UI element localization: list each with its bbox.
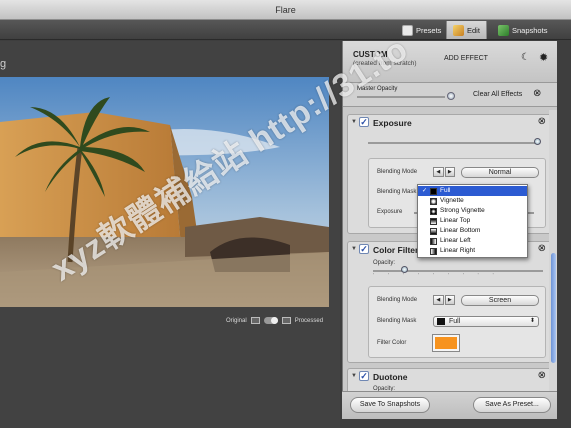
mask-menu-item-label: Full xyxy=(440,187,451,194)
snapshots-tab[interactable]: Snapshots xyxy=(492,21,553,39)
mask-menu-item-full[interactable]: ✓ Full xyxy=(418,186,527,196)
snapshots-icon xyxy=(498,24,509,36)
original-view-icon[interactable] xyxy=(250,317,260,324)
opacity-label: Opacity: xyxy=(373,260,396,266)
filter-color-label: Filter Color xyxy=(377,340,407,346)
toolbar: Presets Edit Snapshots xyxy=(0,20,571,40)
mask-menu-item-label: Linear Top xyxy=(440,217,471,224)
mask-menu-item-linear-right[interactable]: Linear Right xyxy=(418,246,527,256)
blending-mode-steppers[interactable]: ◀ ▶ xyxy=(433,295,455,305)
panel-scroll-thumb[interactable] xyxy=(551,253,556,363)
processed-label: Processed xyxy=(294,317,324,324)
disclosure-triangle-icon[interactable]: ▼ xyxy=(351,373,357,379)
save-as-preset-button[interactable]: Save As Preset... xyxy=(473,397,551,413)
blending-mode-steppers[interactable]: ◀ ▶ xyxy=(433,167,455,177)
add-dark-effect-icon[interactable]: ☾ xyxy=(521,52,530,63)
edit-tab[interactable]: Edit xyxy=(446,21,487,39)
mask-menu-item-linear-bottom[interactable]: Linear Bottom xyxy=(418,226,527,236)
mask-strong-vignette-icon xyxy=(430,208,437,215)
mask-menu-item-label: Linear Bottom xyxy=(440,227,481,234)
mask-full-icon xyxy=(430,188,437,195)
remove-effect-icon[interactable]: ⊗ xyxy=(538,370,546,381)
panel-footer: Save To Snapshots Save As Preset... xyxy=(342,391,557,419)
checkmark-icon: ✓ xyxy=(422,188,428,194)
mask-menu-item-label: Linear Left xyxy=(440,237,471,244)
effect-exposure-title: Exposure xyxy=(373,118,412,128)
prev-arrow-icon[interactable]: ◀ xyxy=(433,295,444,305)
color-filter-options: Blending Mode ◀ ▶ Screen Blending Mask Fu… xyxy=(368,286,546,358)
mask-linear-right-icon xyxy=(430,248,437,255)
presets-label: Presets xyxy=(416,25,442,35)
effect-exposure-header: ▼ ✓ Exposure ⊗ xyxy=(348,115,551,131)
mask-menu-item-strong-vignette[interactable]: Strong Vignette xyxy=(418,206,527,216)
mask-vignette-icon xyxy=(430,198,437,205)
mask-menu-item-label: Strong Vignette xyxy=(440,207,485,214)
mask-menu-item-linear-left[interactable]: Linear Left xyxy=(418,236,527,246)
mask-menu-item-vignette[interactable]: Vignette xyxy=(418,196,527,206)
mask-linear-top-icon xyxy=(430,218,437,225)
original-label: Original xyxy=(226,317,247,324)
blending-mask-menu: ✓ Full Vignette Strong Vignette Linear T… xyxy=(417,184,528,258)
effect-duotone-checkbox[interactable]: ✓ xyxy=(359,371,369,381)
exposure-label: Exposure xyxy=(377,209,403,215)
blending-mask-select[interactable]: Full ⬍ xyxy=(433,316,539,327)
color-filter-opacity-track[interactable] xyxy=(373,270,543,272)
effect-color-filter-title: Color Filter xyxy=(373,245,419,255)
next-arrow-icon[interactable]: ▶ xyxy=(444,295,455,305)
add-effect-label: ADD EFFECT xyxy=(444,55,488,62)
mask-menu-item-label: Linear Right xyxy=(440,247,476,254)
processed-view-icon[interactable] xyxy=(281,317,291,324)
master-opacity-track[interactable] xyxy=(357,96,445,98)
mask-menu-item-label: Vignette xyxy=(440,197,464,204)
exposure-opacity-knob[interactable] xyxy=(534,138,541,145)
prev-arrow-icon[interactable]: ◀ xyxy=(433,167,444,177)
filter-color-well[interactable] xyxy=(432,334,460,352)
presets-tab[interactable]: Presets xyxy=(396,21,447,39)
color-filter-opacity-knob[interactable] xyxy=(401,266,408,273)
add-light-effect-icon[interactable]: ✹ xyxy=(539,51,548,64)
blending-mode-label: Blending Mode xyxy=(377,169,418,175)
master-opacity-knob[interactable] xyxy=(447,92,455,100)
remove-effect-icon[interactable]: ⊗ xyxy=(538,243,546,254)
select-arrows-icon: ⬍ xyxy=(529,318,535,324)
snapshots-label: Snapshots xyxy=(512,25,548,35)
window-title: Flare xyxy=(0,0,571,20)
effect-exposure-checkbox[interactable]: ✓ xyxy=(359,117,369,127)
remove-effect-icon[interactable]: ⊗ xyxy=(538,116,546,127)
mask-full-icon xyxy=(437,318,445,325)
blending-mode-button[interactable]: Screen xyxy=(461,295,539,306)
effect-duotone-header: ▼ ✓ Duotone ⊗ xyxy=(348,369,551,385)
edit-label: Edit xyxy=(467,25,480,35)
next-arrow-icon[interactable]: ▶ xyxy=(444,167,455,177)
disclosure-triangle-icon[interactable]: ▼ xyxy=(351,246,357,252)
clear-all-icon[interactable]: ⊗ xyxy=(533,88,541,99)
mask-linear-left-icon xyxy=(430,238,437,245)
blending-mode-label: Blending Mode xyxy=(377,297,418,303)
mask-linear-bottom-icon xyxy=(430,228,437,235)
opacity-ticks: ''''''''' xyxy=(373,273,508,279)
canvas-partial-label: g xyxy=(0,58,7,70)
presets-icon xyxy=(402,24,413,36)
blending-mask-label: Blending Mask xyxy=(377,189,417,195)
blending-mask-label: Blending Mask xyxy=(377,318,417,324)
effect-color-filter-checkbox[interactable]: ✓ xyxy=(359,244,369,254)
effect-duotone-title: Duotone xyxy=(373,372,408,382)
blending-mask-value: Full xyxy=(449,318,461,325)
exposure-opacity-track[interactable] xyxy=(368,142,540,144)
edit-pencil-icon xyxy=(453,24,464,36)
view-switch[interactable] xyxy=(263,317,278,324)
save-to-snapshots-button[interactable]: Save To Snapshots xyxy=(350,397,430,413)
effect-color-filter: ▼ ✓ Color Filter ⊗ Opacity: ''''''''' Bl… xyxy=(347,241,552,363)
view-toggle: Original Processed xyxy=(226,317,323,324)
mask-menu-item-linear-top[interactable]: Linear Top xyxy=(418,216,527,226)
disclosure-triangle-icon[interactable]: ▼ xyxy=(351,119,357,125)
blending-mode-button[interactable]: Normal xyxy=(461,167,539,178)
clear-all-effects-label[interactable]: Clear All Effects xyxy=(473,91,522,98)
